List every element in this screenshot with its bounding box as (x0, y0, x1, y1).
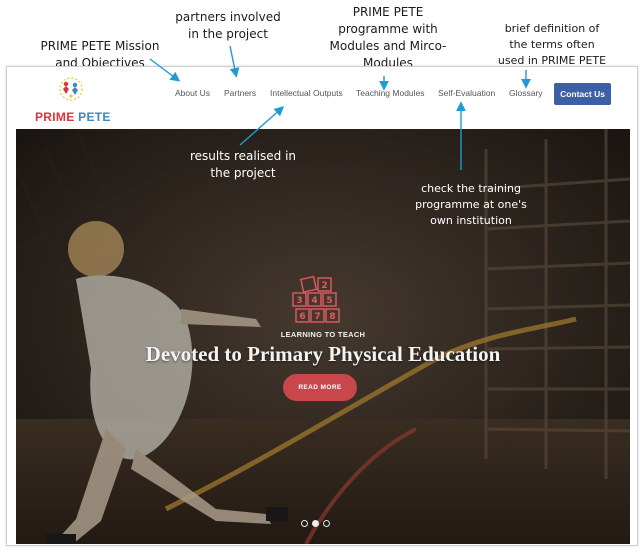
annotation-line: Modules and Mirco- (329, 39, 447, 53)
read-more-button[interactable]: READ MORE (283, 374, 357, 401)
star-figures-logo-icon (59, 77, 83, 101)
nav-about-us[interactable]: About Us (175, 88, 210, 98)
site-navbar: PRIME PETE About Us Partners Intellectua… (7, 67, 637, 129)
learning-blocks-icon: 2 3 4 5 6 7 8 (292, 276, 340, 323)
hero-headline: Devoted to Primary Physical Education (145, 342, 501, 366)
nav-teaching-modules[interactable]: Teaching Modules (356, 88, 425, 98)
nav-partners[interactable]: Partners (224, 88, 256, 98)
icon-digit: 8 (329, 312, 335, 322)
slide-dot-1[interactable] (301, 520, 308, 527)
website-screenshot: PRIME PETE About Us Partners Intellectua… (6, 66, 638, 546)
annotation-line: the terms often (509, 38, 595, 51)
annotation-training: check the training programme at one's ow… (408, 181, 534, 229)
icon-digit: 6 (299, 312, 305, 322)
annotation-line: in the project (188, 27, 268, 41)
slider-pagination (301, 520, 341, 530)
nav-intellectual-outputs[interactable]: Intellectual Outputs (270, 88, 343, 98)
icon-digit: 5 (326, 296, 332, 306)
annotation-programme: PRIME PETE programme with Modules and Mi… (318, 4, 458, 72)
annotation-results: results realised in the project (176, 148, 310, 182)
contact-us-button[interactable]: Contact Us (554, 83, 611, 105)
logo-wordmark: PRIME PETE (35, 110, 111, 124)
logo-pete-text: PETE (78, 110, 111, 124)
annotation-line: PRIME PETE Mission (40, 39, 160, 53)
hero-tagline: LEARNING TO TEACH (280, 330, 366, 339)
annotation-glossary: brief definition of the terms often used… (488, 21, 616, 69)
annotation-line: partners involved (175, 10, 281, 24)
annotation-line: programme at one's (415, 198, 527, 211)
slide-dot-3[interactable] (323, 520, 330, 527)
icon-digit: 7 (314, 312, 320, 322)
slide-dot-2[interactable] (312, 520, 319, 527)
annotation-line: PRIME PETE (352, 5, 424, 19)
annotation-partners: partners involved in the project (166, 9, 290, 43)
annotation-line: brief definition of (504, 22, 600, 35)
nav-self-evaluation[interactable]: Self-Evaluation (438, 88, 495, 98)
hero-slider: 2 3 4 5 6 7 8 LEARNING TO TEACH Devoted … (16, 129, 630, 544)
logo-prime-text: PRIME (35, 110, 75, 124)
annotation-line: the project (210, 166, 276, 180)
icon-digit: 3 (296, 296, 302, 306)
nav-glossary[interactable]: Glossary (509, 88, 543, 98)
annotation-line: check the training (421, 182, 521, 195)
annotation-line: programme with (338, 22, 438, 36)
site-logo[interactable]: PRIME PETE (31, 75, 111, 125)
icon-digit: 2 (321, 281, 327, 291)
annotation-line: own institution (430, 214, 512, 227)
annotation-line: results realised in (189, 149, 297, 163)
icon-digit: 4 (311, 296, 317, 306)
